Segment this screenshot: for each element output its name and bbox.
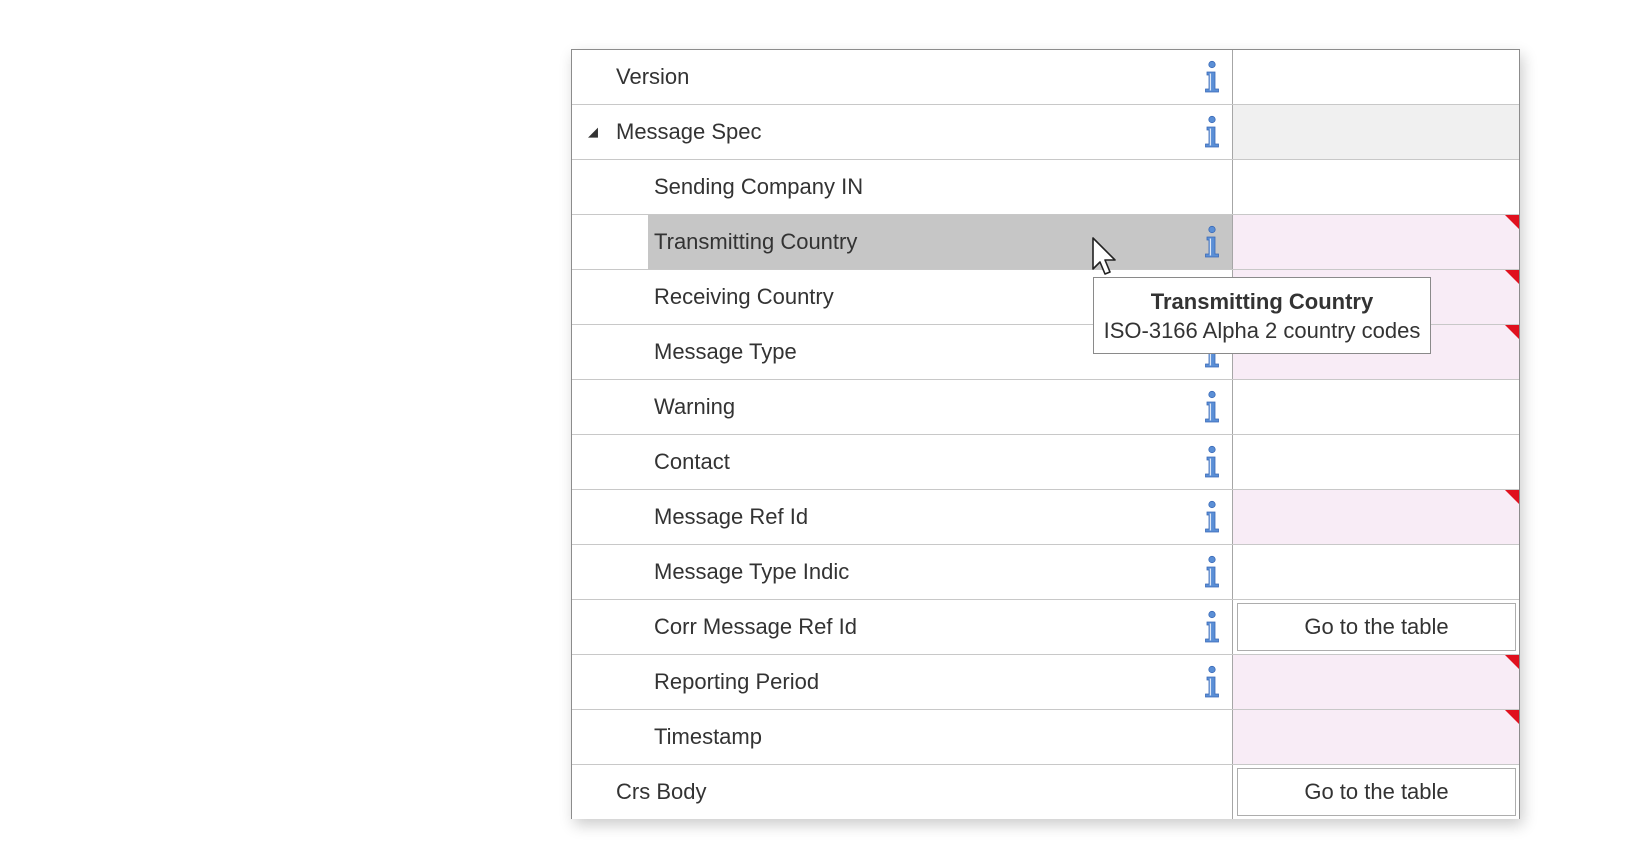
property-value-cell[interactable]	[1233, 435, 1519, 489]
property-label: Version	[616, 64, 690, 89]
property-label: Sending Company IN	[654, 174, 864, 199]
property-name-cell[interactable]: Reporting Period	[572, 655, 1233, 709]
property-label: Timestamp	[654, 724, 762, 749]
error-corner-icon	[1505, 710, 1519, 724]
error-corner-icon	[1505, 215, 1519, 229]
grid-row-warning[interactable]: Warning	[572, 380, 1519, 435]
property-name-cell[interactable]: Transmitting Country	[572, 215, 1233, 269]
property-value-cell[interactable]	[1233, 380, 1519, 434]
mouse-pointer-icon	[1092, 237, 1116, 275]
property-name-cell[interactable]: Timestamp	[572, 710, 1233, 764]
grid-row-timestamp[interactable]: Timestamp	[572, 710, 1519, 765]
go-to-table-button[interactable]: Go to the table	[1237, 603, 1516, 651]
property-label: Crs Body	[616, 779, 707, 804]
property-label: Message Ref Id	[654, 504, 809, 529]
property-label: Reporting Period	[654, 669, 820, 694]
grid-row-reporting-period[interactable]: Reporting Period	[572, 655, 1519, 710]
property-value-cell[interactable]	[1233, 215, 1519, 269]
property-value-cell[interactable]	[1233, 710, 1519, 764]
property-value-cell[interactable]	[1233, 490, 1519, 544]
tooltip-body: ISO-3166 Alpha 2 country codes	[1103, 318, 1421, 343]
info-icon[interactable]	[1203, 115, 1221, 149]
property-label: Corr Message Ref Id	[654, 614, 857, 639]
property-name-cell[interactable]: Contact	[572, 435, 1233, 489]
property-name-cell[interactable]: Message Type Indic	[572, 545, 1233, 599]
property-label: Warning	[654, 394, 736, 419]
info-icon[interactable]	[1203, 610, 1221, 644]
info-icon[interactable]	[1203, 555, 1221, 589]
tooltip: Transmitting Country ISO-3166 Alpha 2 co…	[1093, 277, 1431, 354]
grid-row-message-ref-id[interactable]: Message Ref Id	[572, 490, 1519, 545]
grid-row-sending-company-in[interactable]: Sending Company IN	[572, 160, 1519, 215]
property-label: Contact	[654, 449, 730, 474]
info-icon[interactable]	[1203, 500, 1221, 534]
tooltip-title: Transmitting Country	[1150, 289, 1374, 314]
property-label: Receiving Country	[654, 284, 834, 309]
property-name-cell[interactable]: Sending Company IN	[572, 160, 1233, 214]
grid-row-corr-message-ref-id[interactable]: Corr Message Ref Id Go to the table	[572, 600, 1519, 655]
grid-row-message-spec[interactable]: ◢ Message Spec	[572, 105, 1519, 160]
info-icon[interactable]	[1203, 445, 1221, 479]
property-name-cell[interactable]: Warning	[572, 380, 1233, 434]
property-label: Message Type	[654, 339, 797, 364]
property-name-cell[interactable]: Version	[572, 50, 1233, 104]
grid-row-contact[interactable]: Contact	[572, 435, 1519, 490]
property-name-cell[interactable]: ◢ Message Spec	[572, 105, 1233, 159]
grid-row-version[interactable]: Version	[572, 50, 1519, 105]
property-label: Transmitting Country	[654, 229, 858, 254]
go-to-table-button[interactable]: Go to the table	[1237, 768, 1516, 816]
error-corner-icon	[1505, 490, 1519, 504]
error-corner-icon	[1505, 270, 1519, 284]
property-value-cell[interactable]	[1233, 655, 1519, 709]
property-grid: Version ◢ Message Spec Sending Company IN Tr…	[571, 49, 1520, 819]
info-icon[interactable]	[1203, 60, 1221, 94]
property-value-cell[interactable]	[1233, 160, 1519, 214]
grid-row-message-type-indic[interactable]: Message Type Indic	[572, 545, 1519, 600]
info-icon[interactable]	[1203, 665, 1221, 699]
property-name-cell[interactable]: Message Ref Id	[572, 490, 1233, 544]
property-value-cell[interactable]	[1233, 545, 1519, 599]
error-corner-icon	[1505, 655, 1519, 669]
error-corner-icon	[1505, 325, 1519, 339]
property-label: Message Spec	[616, 119, 762, 144]
grid-row-crs-body[interactable]: Crs Body Go to the table	[572, 765, 1519, 819]
property-value-cell[interactable]	[1233, 105, 1519, 159]
property-name-cell[interactable]: Corr Message Ref Id	[572, 600, 1233, 654]
grid-row-transmitting-country[interactable]: Transmitting Country	[572, 215, 1519, 270]
property-label: Message Type Indic	[654, 559, 850, 584]
info-icon[interactable]	[1203, 225, 1221, 259]
property-value-cell[interactable]	[1233, 50, 1519, 104]
collapse-triangle-icon[interactable]: ◢	[588, 105, 598, 159]
property-value-cell[interactable]: Go to the table	[1233, 765, 1519, 819]
property-name-cell[interactable]: Crs Body	[572, 765, 1233, 819]
property-value-cell[interactable]: Go to the table	[1233, 600, 1519, 654]
info-icon[interactable]	[1203, 390, 1221, 424]
